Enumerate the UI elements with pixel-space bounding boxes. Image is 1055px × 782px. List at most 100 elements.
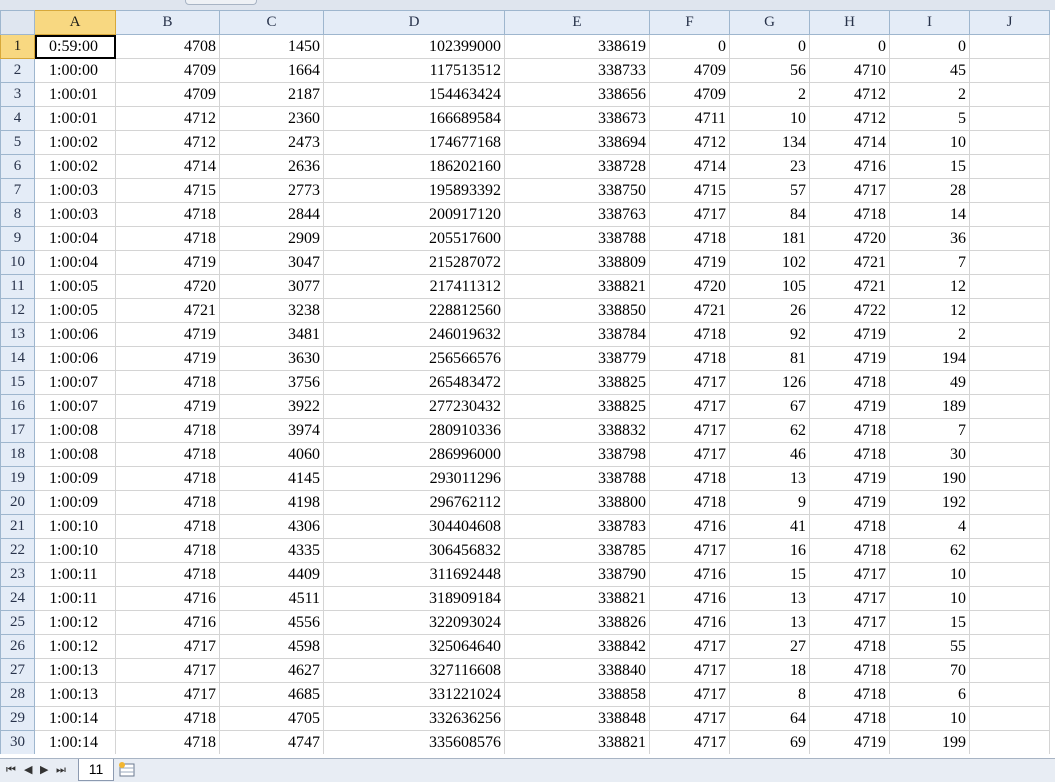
cell-j20[interactable] bbox=[969, 490, 1050, 515]
cell-g5[interactable]: 134 bbox=[729, 130, 810, 155]
cell-j10[interactable] bbox=[969, 250, 1050, 275]
cell-g16[interactable]: 67 bbox=[729, 394, 810, 419]
cell-j24[interactable] bbox=[969, 586, 1050, 611]
cell-a12[interactable]: 1:00:05 bbox=[34, 298, 116, 323]
column-header-a[interactable]: A bbox=[34, 10, 116, 35]
cell-d13[interactable]: 246019632 bbox=[323, 322, 505, 347]
cell-j27[interactable] bbox=[969, 658, 1050, 683]
cell-c26[interactable]: 4598 bbox=[219, 634, 324, 659]
cell-a30[interactable]: 1:00:14 bbox=[34, 730, 116, 754]
cell-j15[interactable] bbox=[969, 370, 1050, 395]
cell-b1[interactable]: 4708 bbox=[115, 34, 220, 59]
cell-b27[interactable]: 4717 bbox=[115, 658, 220, 683]
cell-j5[interactable] bbox=[969, 130, 1050, 155]
cell-f28[interactable]: 4717 bbox=[649, 682, 730, 707]
cell-j26[interactable] bbox=[969, 634, 1050, 659]
cell-f25[interactable]: 4716 bbox=[649, 610, 730, 635]
cell-a1[interactable]: 0:59:00 bbox=[34, 34, 116, 59]
cell-i4[interactable]: 5 bbox=[889, 106, 970, 131]
cell-h21[interactable]: 4718 bbox=[809, 514, 890, 539]
row-header[interactable]: 25 bbox=[0, 610, 35, 635]
cell-f19[interactable]: 4718 bbox=[649, 466, 730, 491]
cell-g22[interactable]: 16 bbox=[729, 538, 810, 563]
row-header[interactable]: 23 bbox=[0, 562, 35, 587]
cell-f6[interactable]: 4714 bbox=[649, 154, 730, 179]
cell-i21[interactable]: 4 bbox=[889, 514, 970, 539]
cell-b20[interactable]: 4718 bbox=[115, 490, 220, 515]
cell-e23[interactable]: 338790 bbox=[504, 562, 650, 587]
cell-f22[interactable]: 4717 bbox=[649, 538, 730, 563]
cell-f24[interactable]: 4716 bbox=[649, 586, 730, 611]
cell-f26[interactable]: 4717 bbox=[649, 634, 730, 659]
cell-b22[interactable]: 4718 bbox=[115, 538, 220, 563]
cell-d4[interactable]: 166689584 bbox=[323, 106, 505, 131]
cell-i17[interactable]: 7 bbox=[889, 418, 970, 443]
cell-f21[interactable]: 4716 bbox=[649, 514, 730, 539]
cell-f4[interactable]: 4711 bbox=[649, 106, 730, 131]
cell-a21[interactable]: 1:00:10 bbox=[34, 514, 116, 539]
cell-d2[interactable]: 117513512 bbox=[323, 58, 505, 83]
cell-e17[interactable]: 338832 bbox=[504, 418, 650, 443]
cell-b2[interactable]: 4709 bbox=[115, 58, 220, 83]
cell-d6[interactable]: 186202160 bbox=[323, 154, 505, 179]
cell-d7[interactable]: 195893392 bbox=[323, 178, 505, 203]
cell-c10[interactable]: 3047 bbox=[219, 250, 324, 275]
row-header[interactable]: 13 bbox=[0, 322, 35, 347]
cell-g13[interactable]: 92 bbox=[729, 322, 810, 347]
row-header[interactable]: 14 bbox=[0, 346, 35, 371]
cell-a11[interactable]: 1:00:05 bbox=[34, 274, 116, 299]
row-header[interactable]: 2 bbox=[0, 58, 35, 83]
cell-i1[interactable]: 0 bbox=[889, 34, 970, 59]
column-header-g[interactable]: G bbox=[729, 10, 810, 35]
cell-h27[interactable]: 4718 bbox=[809, 658, 890, 683]
cell-g8[interactable]: 84 bbox=[729, 202, 810, 227]
cell-h15[interactable]: 4718 bbox=[809, 370, 890, 395]
cell-g18[interactable]: 46 bbox=[729, 442, 810, 467]
cell-a20[interactable]: 1:00:09 bbox=[34, 490, 116, 515]
cell-g30[interactable]: 69 bbox=[729, 730, 810, 754]
cell-d16[interactable]: 277230432 bbox=[323, 394, 505, 419]
cell-g24[interactable]: 13 bbox=[729, 586, 810, 611]
cell-c5[interactable]: 2473 bbox=[219, 130, 324, 155]
cell-g6[interactable]: 23 bbox=[729, 154, 810, 179]
cell-j28[interactable] bbox=[969, 682, 1050, 707]
cell-f10[interactable]: 4719 bbox=[649, 250, 730, 275]
cell-i30[interactable]: 199 bbox=[889, 730, 970, 754]
cell-b16[interactable]: 4719 bbox=[115, 394, 220, 419]
column-header-j[interactable]: J bbox=[969, 10, 1050, 35]
row-header[interactable]: 10 bbox=[0, 250, 35, 275]
column-header-c[interactable]: C bbox=[219, 10, 324, 35]
row-header[interactable]: 21 bbox=[0, 514, 35, 539]
cell-e6[interactable]: 338728 bbox=[504, 154, 650, 179]
prev-sheet-icon[interactable]: ◀ bbox=[24, 763, 32, 776]
cell-c8[interactable]: 2844 bbox=[219, 202, 324, 227]
cell-h10[interactable]: 4721 bbox=[809, 250, 890, 275]
row-header[interactable]: 19 bbox=[0, 466, 35, 491]
cell-j11[interactable] bbox=[969, 274, 1050, 299]
cell-g11[interactable]: 105 bbox=[729, 274, 810, 299]
cell-j16[interactable] bbox=[969, 394, 1050, 419]
cell-i9[interactable]: 36 bbox=[889, 226, 970, 251]
cell-c18[interactable]: 4060 bbox=[219, 442, 324, 467]
cell-d10[interactable]: 215287072 bbox=[323, 250, 505, 275]
cell-d28[interactable]: 331221024 bbox=[323, 682, 505, 707]
cell-e18[interactable]: 338798 bbox=[504, 442, 650, 467]
cell-c11[interactable]: 3077 bbox=[219, 274, 324, 299]
cell-e21[interactable]: 338783 bbox=[504, 514, 650, 539]
cell-h12[interactable]: 4722 bbox=[809, 298, 890, 323]
cell-c27[interactable]: 4627 bbox=[219, 658, 324, 683]
cell-j19[interactable] bbox=[969, 466, 1050, 491]
cell-d24[interactable]: 318909184 bbox=[323, 586, 505, 611]
cell-g19[interactable]: 13 bbox=[729, 466, 810, 491]
cell-c25[interactable]: 4556 bbox=[219, 610, 324, 635]
cell-i12[interactable]: 12 bbox=[889, 298, 970, 323]
first-sheet-icon[interactable]: ⏮ bbox=[6, 763, 16, 777]
cell-b15[interactable]: 4718 bbox=[115, 370, 220, 395]
cell-b18[interactable]: 4718 bbox=[115, 442, 220, 467]
cell-c29[interactable]: 4705 bbox=[219, 706, 324, 731]
cell-b13[interactable]: 4719 bbox=[115, 322, 220, 347]
cell-e1[interactable]: 338619 bbox=[504, 34, 650, 59]
cell-h3[interactable]: 4712 bbox=[809, 82, 890, 107]
cell-f14[interactable]: 4718 bbox=[649, 346, 730, 371]
cell-a25[interactable]: 1:00:12 bbox=[34, 610, 116, 635]
